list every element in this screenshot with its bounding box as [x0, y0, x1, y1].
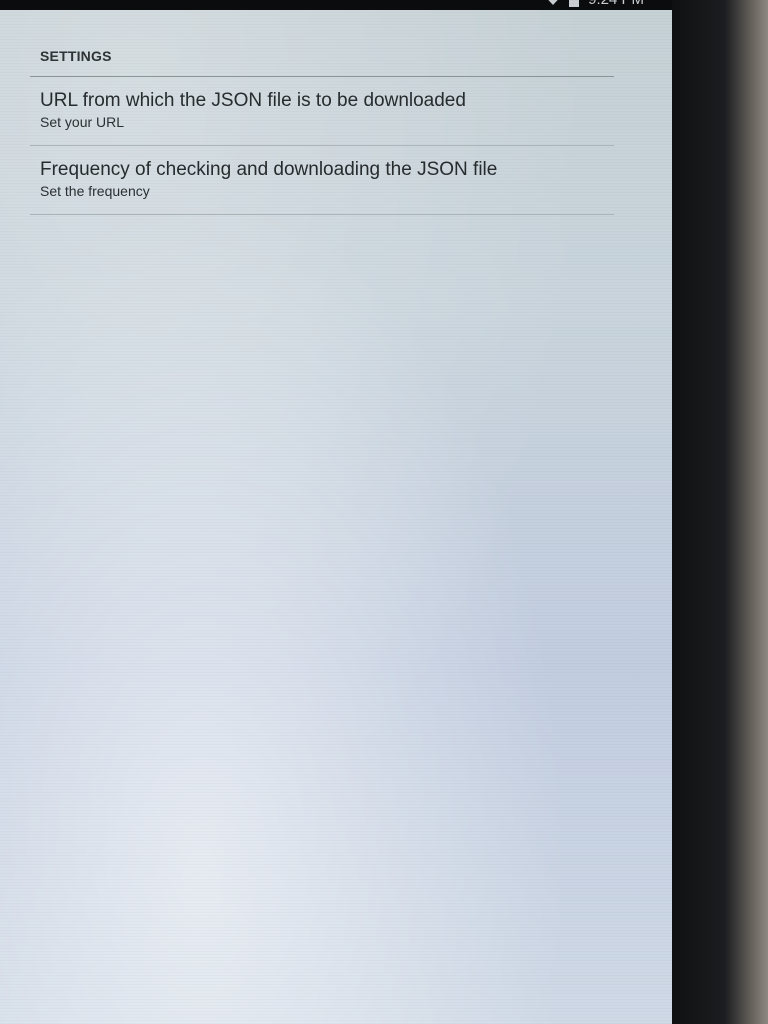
device-bezel [672, 0, 768, 1024]
preference-url[interactable]: URL from which the JSON file is to be do… [30, 77, 614, 146]
status-bar: 9:24 PM [0, 0, 672, 10]
tablet-device: 9:24 PM SETTINGS URL from which the JSON… [0, 0, 768, 1024]
status-time: 9:24 PM [588, 0, 644, 8]
battery-icon [568, 0, 580, 7]
settings-category-header: SETTINGS [30, 40, 614, 77]
preference-url-title: URL from which the JSON file is to be do… [40, 90, 466, 111]
preference-frequency[interactable]: Frequency of checking and downloading th… [30, 146, 614, 215]
status-icons: 9:24 PM [546, 0, 644, 8]
wifi-icon [546, 0, 560, 6]
preference-frequency-title: Frequency of checking and downloading th… [40, 159, 498, 180]
settings-screen: 9:24 PM SETTINGS URL from which the JSON… [0, 0, 672, 1024]
preference-url-summary: Set your URL [40, 114, 125, 130]
preference-frequency-summary: Set the frequency [40, 183, 150, 199]
settings-list: SETTINGS URL from which the JSON file is… [30, 40, 614, 215]
